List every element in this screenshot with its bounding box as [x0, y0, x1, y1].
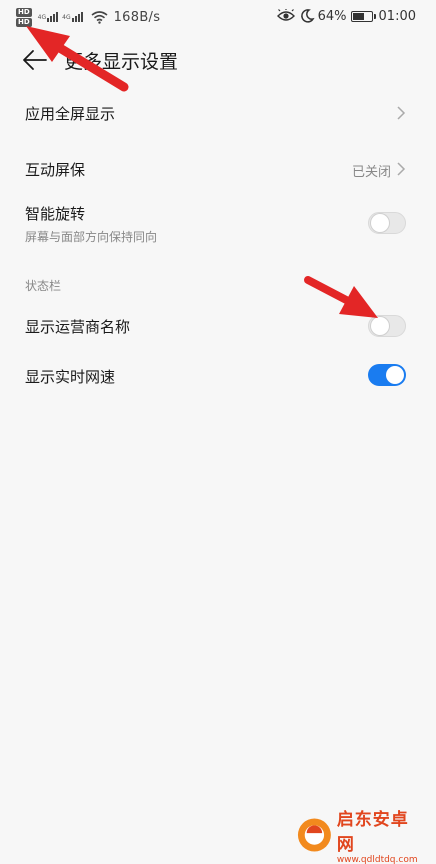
- page-header: 更多显示设置: [0, 38, 436, 82]
- status-bar-left: HD HD 4G 4G 168B/s: [16, 4, 160, 30]
- battery-percent: 64%: [317, 8, 347, 24]
- hd-voice-indicators: HD HD: [16, 7, 32, 27]
- status-bar: HD HD 4G 4G 168B/s 64% 01:00: [0, 0, 436, 32]
- sim2-signal-icon: 4G: [62, 12, 83, 22]
- page-title: 更多显示设置: [64, 51, 179, 73]
- sim2-network-type: 4G: [62, 14, 71, 21]
- hd-badge-2: HD: [16, 17, 32, 27]
- interactive-screensaver-value: 已关闭: [351, 165, 391, 180]
- status-bar-section-header: 状态栏: [25, 279, 62, 293]
- battery-fill: [352, 12, 364, 20]
- eye-comfort-icon: [276, 9, 295, 21]
- moon-icon: [300, 9, 315, 23]
- battery-icon: [350, 10, 376, 22]
- show-carrier-item[interactable]: 显示运营商名称: [0, 305, 436, 347]
- smart-rotate-item[interactable]: 智能旋转 屏幕与面部方向保持同向: [0, 198, 436, 250]
- show-net-speed-toggle[interactable]: [368, 364, 406, 386]
- network-speed: 168B/s: [113, 9, 161, 25]
- smart-rotate-sublabel: 屏幕与面部方向保持同向: [25, 230, 158, 244]
- sim1-network-type: 4G: [37, 14, 47, 21]
- show-net-speed-label: 显示实时网速: [25, 368, 116, 386]
- watermark-url: www.qdldtdq.com: [336, 855, 418, 864]
- sim1-signal-icon: 4G: [37, 12, 59, 22]
- smart-rotate-label: 智能旋转: [25, 205, 86, 223]
- chevron-right-icon: [397, 162, 406, 176]
- chevron-right-icon: [397, 106, 406, 120]
- show-carrier-label: 显示运营商名称: [25, 318, 131, 336]
- site-watermark: 启东安卓网 www.qdldtdq.com: [296, 810, 424, 864]
- show-net-speed-item[interactable]: 显示实时网速: [0, 355, 436, 397]
- wifi-icon: [91, 11, 108, 24]
- interactive-screensaver-label: 互动屏保: [25, 161, 86, 179]
- fullscreen-apps-label: 应用全屏显示: [25, 105, 116, 123]
- watermark-logo-icon: [297, 818, 331, 852]
- fullscreen-apps-item[interactable]: 应用全屏显示: [0, 92, 436, 134]
- status-bar-right: 64% 01:00: [276, 6, 416, 26]
- clock: 01:00: [378, 8, 416, 24]
- interactive-screensaver-item[interactable]: 互动屏保 已关闭: [0, 148, 436, 190]
- watermark-name: 启东安卓网: [336, 810, 409, 855]
- back-arrow-icon[interactable]: [20, 46, 50, 74]
- smart-rotate-toggle[interactable]: [368, 212, 406, 234]
- show-carrier-toggle[interactable]: [368, 315, 406, 337]
- hd-badge-1: HD: [16, 7, 32, 17]
